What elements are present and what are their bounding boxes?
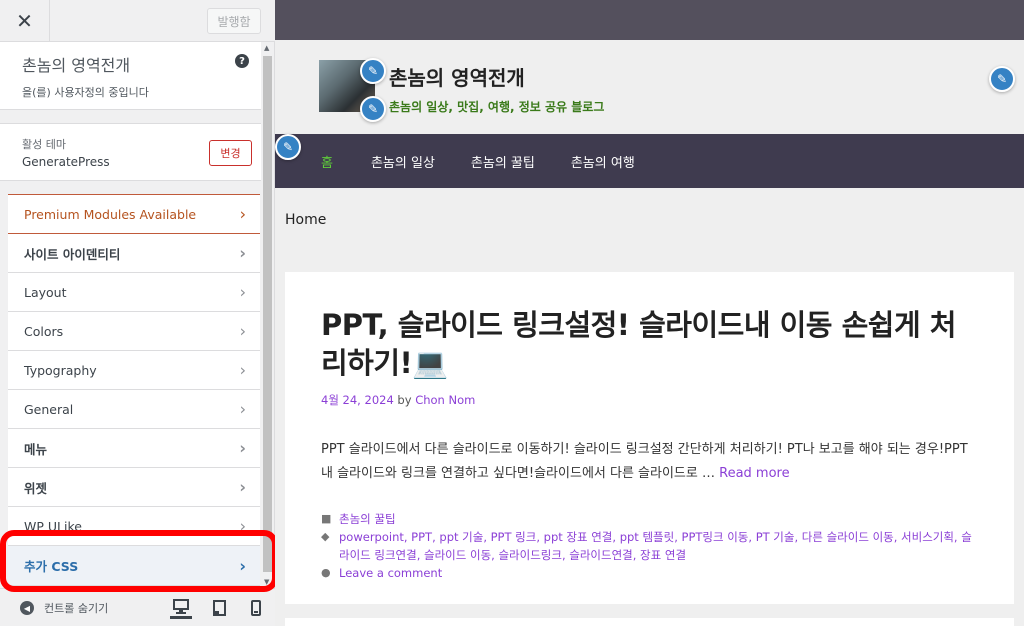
- scrollbar-thumb[interactable]: [263, 56, 272, 572]
- menu-item-label: 추가 CSS: [24, 559, 79, 574]
- menu-item-label: Typography: [24, 362, 97, 378]
- nav-item-daily[interactable]: 촌놈의 일상: [371, 152, 435, 171]
- collapse-left-icon: ◀: [20, 601, 34, 615]
- comment-icon: ●: [321, 566, 331, 579]
- customizer-info: 촌놈의 영역전개 을(를) 사용자정의 중입니다 ?: [0, 42, 261, 110]
- post-excerpt: PPT 슬라이드에서 다른 슬라이드로 이동하기! 슬라이드 링크설정 간단하게…: [321, 438, 978, 486]
- menu-item-additional-css[interactable]: 추가 CSS ›: [8, 546, 260, 586]
- tablet-icon: [212, 600, 226, 616]
- tag-icon: ◆: [321, 530, 330, 543]
- site-title: 촌놈의 영역전개: [22, 56, 131, 75]
- chevron-right-icon: ›: [239, 516, 246, 536]
- menu-item-label: 메뉴: [24, 441, 48, 457]
- site-header: 촌놈의 영역전개 촌놈의 일상, 맛집, 여행, 정보 공유 블로그 ✎ ✎ ✎: [275, 40, 1024, 134]
- hide-controls-label: 컨트롤 숨기기: [44, 602, 109, 615]
- post-by: by: [393, 393, 416, 407]
- folder-icon: ■: [321, 512, 332, 525]
- close-icon: ✕: [16, 9, 33, 33]
- menu-item-menus[interactable]: 메뉴 ›: [8, 429, 260, 468]
- nav-item-tips[interactable]: 촌놈의 꿀팁: [471, 152, 535, 171]
- post-meta: 4월 24, 2024 by Chon Nom: [321, 392, 978, 408]
- chevron-right-icon: ›: [239, 360, 246, 380]
- nav-item-home[interactable]: 홈: [321, 152, 333, 171]
- post-footer: ■ 촌놈의 꿀팁 ◆ powerpoint, PPT, ppt 기술, PPT 링크…: [321, 510, 978, 582]
- chevron-right-icon: ›: [239, 477, 246, 497]
- edit-tagline-pencil-icon[interactable]: ✎: [360, 96, 386, 122]
- chevron-right-icon: ›: [239, 321, 246, 341]
- chevron-right-icon: ›: [239, 282, 246, 302]
- hide-controls-button[interactable]: ◀ 컨트롤 숨기기: [20, 600, 108, 616]
- customizer-menu: Premium Modules Available › 사이트 아이덴티티 › La…: [8, 194, 260, 586]
- customizing-status: 을(를) 사용자정의 중입니다: [22, 86, 149, 99]
- edit-title-pencil-icon[interactable]: ✎: [360, 58, 386, 84]
- customizer-header: ✕ 발행함: [0, 0, 275, 42]
- sidebar-scrollbar[interactable]: ▲ ▼: [261, 42, 274, 588]
- desktop-icon: [173, 599, 189, 614]
- post-date[interactable]: 4월 24, 2024: [321, 393, 394, 407]
- post-author[interactable]: Chon Nom: [415, 393, 475, 407]
- menu-item-colors[interactable]: Colors ›: [8, 312, 260, 351]
- customizer-panel: 촌놈의 영역전개 을(를) 사용자정의 중입니다 ? 활성 테마 Generat…: [0, 42, 261, 588]
- site-tagline: 촌놈의 일상, 맛집, 여행, 정보 공유 블로그: [389, 100, 605, 114]
- scroll-down-icon[interactable]: ▼: [264, 578, 269, 586]
- change-theme-button[interactable]: 변경: [209, 140, 252, 166]
- post-card: PPT, 슬라이드 링크설정! 슬라이드내 이동 손쉽게 처리하기!💻 4월 2…: [285, 272, 1014, 604]
- nav-item-travel[interactable]: 촌놈의 여행: [571, 152, 635, 171]
- menu-item-label: Premium Modules Available: [24, 206, 197, 222]
- customizer-screen: ✕ 발행함 촌놈의 영역전개 을(를) 사용자정의 중입니다 ? 활성 테마 G…: [0, 0, 1024, 626]
- top-bar: [275, 0, 1024, 40]
- menu-item-widgets[interactable]: 위젯 ›: [8, 468, 260, 507]
- publish-button[interactable]: 발행함: [207, 8, 261, 34]
- chevron-right-icon: ›: [239, 399, 246, 419]
- menu-item-label: WP ULike: [24, 518, 82, 534]
- close-button[interactable]: ✕: [0, 0, 50, 42]
- chevron-right-icon: ›: [239, 556, 246, 575]
- edit-widget-pencil-icon[interactable]: ✎: [989, 66, 1015, 92]
- chevron-right-icon: ›: [239, 204, 246, 224]
- menu-item-wp-ulike[interactable]: WP ULike ›: [8, 507, 260, 546]
- active-theme-section: 활성 테마 GeneratePress 변경: [0, 123, 261, 181]
- scroll-up-icon[interactable]: ▲: [264, 44, 269, 52]
- site-preview: 촌놈의 영역전개 촌놈의 일상, 맛집, 여행, 정보 공유 블로그 ✎ ✎ ✎…: [275, 0, 1024, 626]
- customizer-sidebar: ✕ 발행함 촌놈의 영역전개 을(를) 사용자정의 중입니다 ? 활성 테마 G…: [0, 0, 278, 626]
- post-category[interactable]: 촌놈의 꿀팁: [339, 510, 396, 528]
- next-post-card: [285, 618, 1014, 626]
- menu-item-layout[interactable]: Layout ›: [8, 273, 260, 312]
- preview-site-title[interactable]: 촌놈의 영역전개: [389, 62, 525, 91]
- excerpt-text: PPT 슬라이드에서 다른 슬라이드로 이동하기! 슬라이드 링크설정 간단하게…: [321, 442, 968, 481]
- menu-item-premium-modules[interactable]: Premium Modules Available ›: [8, 194, 260, 234]
- read-more-link[interactable]: Read more: [719, 466, 789, 481]
- menu-item-label: General: [24, 401, 74, 417]
- edit-menu-pencil-icon[interactable]: ✎: [275, 134, 301, 160]
- menu-item-typography[interactable]: Typography ›: [8, 351, 260, 390]
- help-icon[interactable]: ?: [235, 54, 249, 68]
- mobile-icon: [251, 600, 261, 616]
- tablet-preview-button[interactable]: [208, 597, 230, 619]
- post-tags[interactable]: powerpoint, PPT, ppt 기술, PPT 링크, ppt 장표 …: [339, 528, 978, 564]
- breadcrumb[interactable]: Home: [285, 212, 326, 228]
- leave-comment-link[interactable]: Leave a comment: [339, 564, 442, 582]
- post-title[interactable]: PPT, 슬라이드 링크설정! 슬라이드내 이동 손쉽게 처리하기!💻: [321, 306, 978, 382]
- customizer-footer: ◀ 컨트롤 숨기기: [0, 588, 275, 626]
- chevron-right-icon: ›: [239, 243, 246, 263]
- menu-item-label: 사이트 아이덴티티: [24, 246, 121, 262]
- menu-item-label: Layout: [24, 284, 67, 300]
- primary-navigation: ✎ 홈 촌놈의 일상 촌놈의 꿀팁 촌놈의 여행: [275, 134, 1024, 188]
- menu-item-label: Colors: [24, 323, 64, 339]
- menu-item-general[interactable]: General ›: [8, 390, 260, 429]
- chevron-right-icon: ›: [239, 438, 246, 458]
- menu-item-site-identity[interactable]: 사이트 아이덴티티 ›: [8, 234, 260, 273]
- mobile-preview-button[interactable]: [245, 597, 267, 619]
- menu-item-label: 위젯: [24, 480, 48, 496]
- desktop-preview-button[interactable]: [170, 597, 192, 619]
